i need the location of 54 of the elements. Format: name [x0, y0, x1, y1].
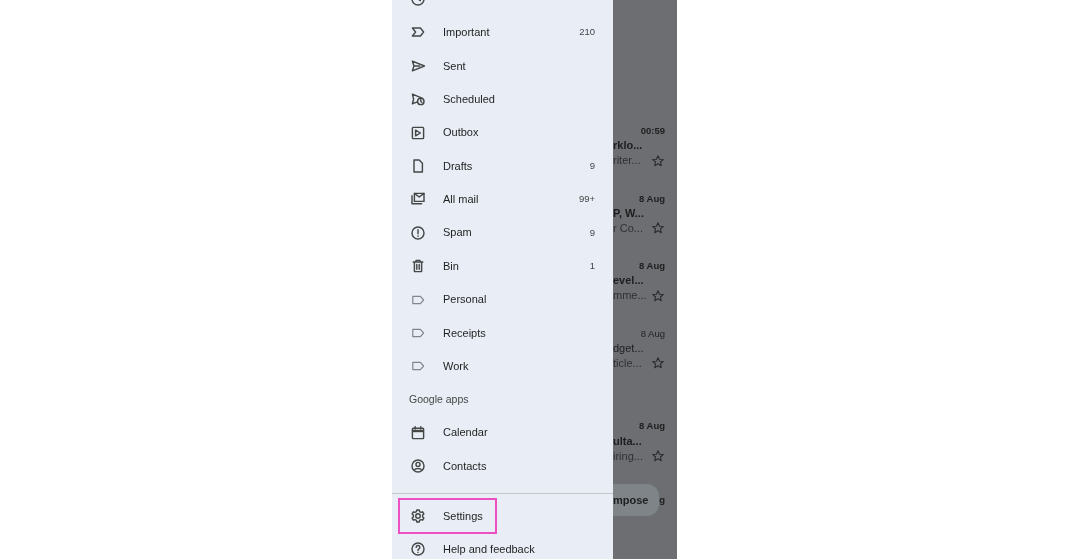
drawer-item[interactable]: Drafts 9 — [399, 149, 604, 183]
settings-icon — [410, 507, 426, 524]
email-date: 00:59 — [640, 124, 666, 138]
drawer-item[interactable]: Help and feedback — [399, 532, 604, 559]
stacked-mail-icon — [410, 191, 426, 208]
star-icon[interactable] — [651, 221, 665, 236]
unread-count: 1 — [589, 259, 595, 273]
unread-count: 210 — [579, 25, 595, 40]
help-icon — [410, 541, 426, 558]
compose-button[interactable]: mpose — [613, 483, 660, 516]
drawer-item[interactable]: Spam 9 — [399, 216, 604, 250]
drawer-item[interactable]: Outbox — [399, 115, 604, 150]
unread-count: 9 — [589, 158, 595, 173]
drawer-item[interactable]: Contacts — [399, 449, 604, 483]
unread-count: 9 — [589, 225, 595, 240]
email-sender: P, W... — [613, 205, 645, 220]
star-icon[interactable] — [651, 288, 665, 303]
trash-icon — [410, 258, 426, 275]
drawer-item[interactable]: Receipts — [399, 316, 604, 350]
drawer-item[interactable]: Sent — [399, 49, 604, 83]
drawer-item[interactable]: Settings — [399, 498, 496, 533]
section-header: Google apps — [409, 391, 469, 407]
send-icon — [410, 57, 426, 74]
person-circle-icon — [410, 458, 426, 475]
unread-count: 99+ — [578, 192, 595, 207]
outbox-icon — [410, 124, 426, 141]
drawer-item[interactable]: Work — [399, 349, 604, 383]
star-icon[interactable] — [651, 448, 665, 463]
email-snippet: iring... — [613, 448, 643, 464]
email-snippet: mme... — [613, 288, 647, 304]
email-date: g — [659, 492, 666, 507]
email-sender: ulta... — [613, 433, 643, 448]
star-icon[interactable] — [651, 153, 665, 168]
email-date: 8 Aug — [638, 419, 666, 434]
email-date: 8 Aug — [638, 259, 666, 274]
star-icon[interactable] — [651, 356, 665, 371]
scheduled-send-icon — [410, 91, 426, 108]
drawer-item[interactable]: Calendar — [399, 416, 604, 450]
email-sender: evel... — [613, 273, 645, 288]
email-sender: dget... — [613, 341, 645, 356]
drawer-item[interactable]: Scheduled — [399, 82, 604, 116]
drawer-item[interactable]: Bin 1 — [399, 249, 604, 283]
document-icon — [410, 157, 426, 174]
email-sender: rklo... — [613, 138, 644, 153]
drawer-item[interactable]: Important 210 — [399, 15, 604, 50]
exclamation-icon — [410, 224, 426, 241]
email-snippet: ticle... — [613, 356, 642, 372]
calendar-icon — [410, 424, 426, 441]
drawer-item[interactable]: Personal — [399, 282, 604, 317]
drawer-item[interactable]: All mail 99+ — [399, 182, 604, 217]
email-date: 8 Aug — [640, 326, 666, 341]
email-snippet: riter... — [613, 153, 641, 169]
email-snippet: r Co... — [613, 220, 643, 236]
email-date: 8 Aug — [638, 191, 666, 206]
